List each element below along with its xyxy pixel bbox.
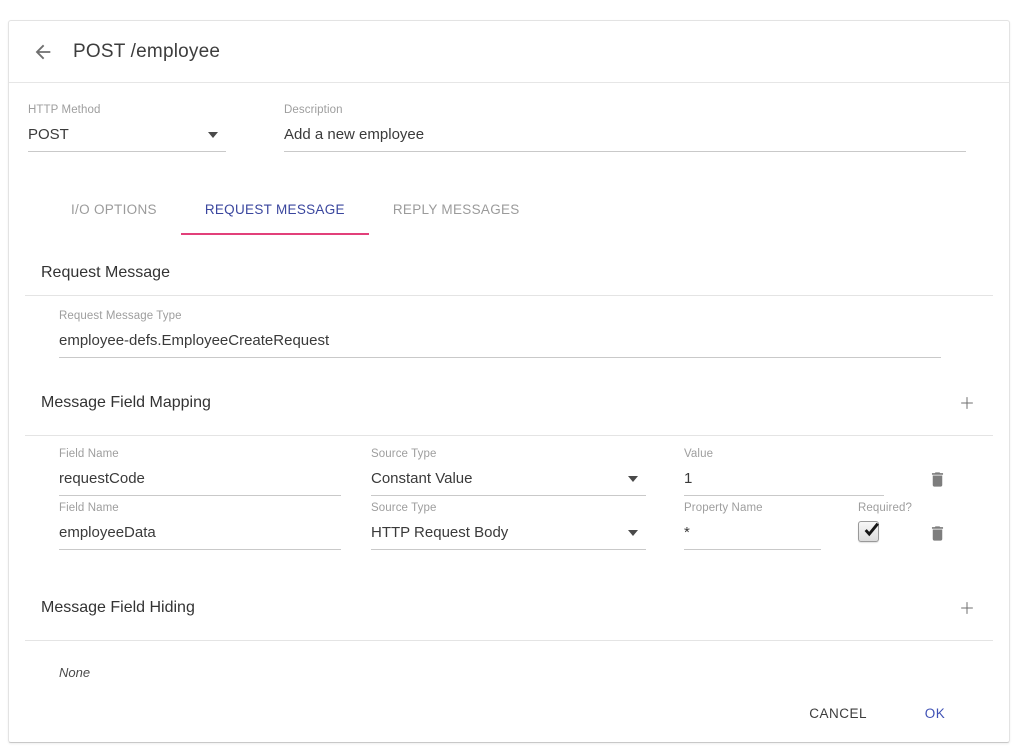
delete-row-button[interactable] bbox=[926, 468, 949, 491]
divider bbox=[25, 295, 993, 296]
endpoint-editor-card: POST /employee HTTP Method POST Descript… bbox=[8, 20, 1010, 743]
field-mapping-title: Message Field Mapping bbox=[41, 394, 211, 412]
field-name-field: Field Name requestCode bbox=[59, 448, 341, 496]
field-hiding-header: Message Field Hiding bbox=[9, 596, 1009, 620]
description-label: Description bbox=[284, 104, 966, 116]
tab-request-message[interactable]: REQUEST MESSAGE bbox=[181, 202, 369, 235]
field-mapping-row: Field Name requestCode Source Type Const… bbox=[59, 448, 1009, 496]
divider bbox=[25, 640, 993, 641]
dropdown-caret-icon bbox=[208, 132, 218, 138]
plus-icon bbox=[957, 393, 977, 413]
http-method-field: HTTP Method POST bbox=[28, 104, 226, 152]
cancel-button[interactable]: CANCEL bbox=[801, 696, 875, 731]
request-message-type-label: Request Message Type bbox=[59, 310, 941, 322]
source-type-label: Source Type bbox=[371, 448, 646, 460]
source-type-label: Source Type bbox=[371, 502, 646, 514]
page-title: POST /employee bbox=[73, 41, 220, 63]
source-type-field: Source Type HTTP Request Body bbox=[371, 502, 646, 550]
back-button[interactable] bbox=[29, 38, 57, 66]
source-type-value: HTTP Request Body bbox=[371, 524, 508, 541]
required-label: Required? bbox=[858, 502, 912, 514]
source-type-field: Source Type Constant Value bbox=[371, 448, 646, 496]
field-name-input[interactable]: employeeData bbox=[59, 521, 341, 550]
field-mapping-row: Field Name employeeData Source Type HTTP… bbox=[59, 502, 1009, 550]
add-field-mapping-button[interactable] bbox=[955, 391, 979, 415]
field-name-label: Field Name bbox=[59, 502, 341, 514]
field-mapping-rows: Field Name requestCode Source Type Const… bbox=[9, 448, 1009, 550]
divider bbox=[25, 435, 993, 436]
field-hiding-title: Message Field Hiding bbox=[41, 599, 195, 617]
value-label: Value bbox=[684, 448, 884, 460]
trash-icon bbox=[928, 470, 947, 489]
tab-bar: I/O OPTIONS REQUEST MESSAGE REPLY MESSAG… bbox=[47, 202, 1009, 235]
delete-row-button[interactable] bbox=[926, 522, 949, 545]
field-mapping-header: Message Field Mapping bbox=[9, 391, 1009, 415]
source-type-select[interactable]: Constant Value bbox=[371, 467, 646, 496]
ok-button[interactable]: OK bbox=[903, 696, 967, 731]
property-name-field: Property Name * bbox=[684, 502, 821, 550]
field-name-field: Field Name employeeData bbox=[59, 502, 341, 550]
value-field: Value 1 bbox=[684, 448, 884, 496]
request-message-title: Request Message bbox=[41, 264, 1009, 282]
required-checkbox[interactable] bbox=[858, 521, 879, 542]
trash-icon bbox=[928, 524, 947, 543]
description-field: Description Add a new employee bbox=[284, 104, 966, 152]
top-form-row: HTTP Method POST Description Add a new e… bbox=[28, 104, 1009, 152]
add-field-hiding-button[interactable] bbox=[955, 596, 979, 620]
description-input[interactable]: Add a new employee bbox=[284, 123, 966, 152]
arrow-back-icon bbox=[32, 41, 54, 63]
dropdown-caret-icon bbox=[628, 530, 638, 536]
source-type-select[interactable]: HTTP Request Body bbox=[371, 521, 646, 550]
dropdown-caret-icon bbox=[628, 476, 638, 482]
dialog-actions: CANCEL OK bbox=[9, 696, 967, 731]
http-method-label: HTTP Method bbox=[28, 104, 226, 116]
property-name-label: Property Name bbox=[684, 502, 821, 514]
http-method-select[interactable]: POST bbox=[28, 123, 226, 152]
tab-io-options[interactable]: I/O OPTIONS bbox=[47, 202, 181, 235]
property-name-input[interactable]: * bbox=[684, 521, 821, 550]
checkmark-icon bbox=[860, 518, 884, 542]
request-message-type-input[interactable]: employee-defs.EmployeeCreateRequest bbox=[59, 329, 941, 358]
tab-reply-messages[interactable]: REPLY MESSAGES bbox=[369, 202, 544, 235]
plus-icon bbox=[957, 598, 977, 618]
http-method-value: POST bbox=[28, 126, 69, 143]
value-input[interactable]: 1 bbox=[684, 467, 884, 496]
source-type-value: Constant Value bbox=[371, 470, 472, 487]
field-name-label: Field Name bbox=[59, 448, 341, 460]
request-message-type-field: Request Message Type employee-defs.Emplo… bbox=[59, 310, 941, 358]
required-field: Required? bbox=[858, 502, 912, 550]
field-name-input[interactable]: requestCode bbox=[59, 467, 341, 496]
field-hiding-empty-text: None bbox=[59, 665, 1009, 680]
header: POST /employee bbox=[9, 21, 1009, 83]
